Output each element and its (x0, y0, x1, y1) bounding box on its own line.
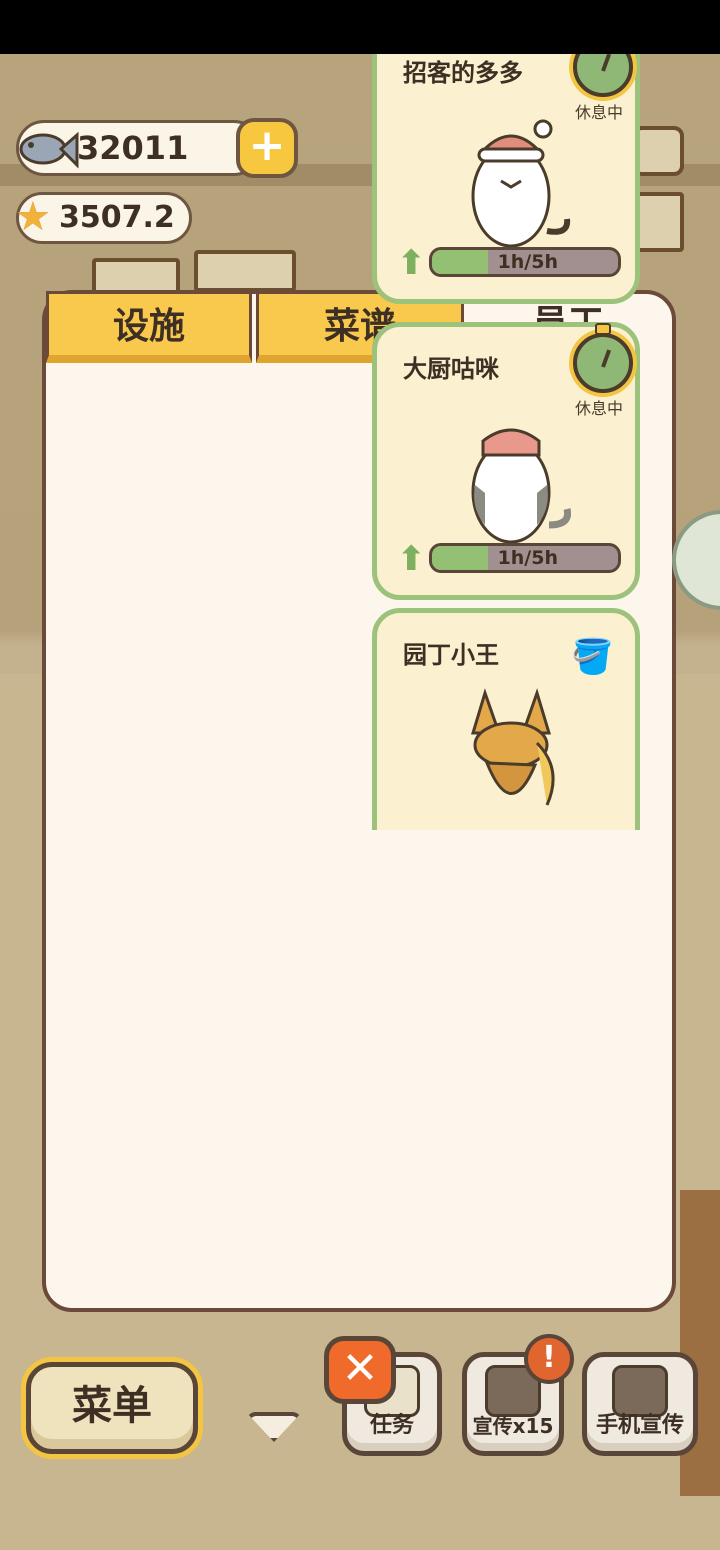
promote-label: 宣传x15 (472, 1414, 554, 1438)
tab-facilities[interactable]: 设施 (46, 291, 252, 363)
fish-currency: 32011 (16, 120, 262, 176)
wall-frame-fishbone (194, 250, 296, 292)
staff-card-xiaowang[interactable]: 园丁小王 🪣 (372, 608, 640, 830)
phone-promote-button[interactable]: 手机宣传 (582, 1352, 698, 1456)
staff-name: 招客的多多 (403, 59, 523, 87)
staff-name: 园丁小王 (403, 641, 499, 669)
alert-badge: ! (524, 1334, 574, 1384)
upgrade-arrow-icon: ⬆ (397, 539, 426, 579)
timer-icon (573, 323, 633, 393)
add-currency-button[interactable]: + (236, 118, 298, 178)
watering-can-icon: 🪣 (571, 637, 614, 677)
staff-status: 休息中 (575, 103, 624, 122)
star-icon: ★ (15, 194, 51, 240)
rest-progress-bar: 1h/5h (429, 247, 621, 277)
progress-text: 1h/5h (497, 547, 558, 569)
status-bar (0, 0, 720, 54)
staff-name: 大厨咕咪 (403, 355, 499, 383)
menu-button[interactable]: 菜单 (26, 1362, 198, 1454)
staff-status: 休息中 (575, 399, 624, 418)
staff-card-gumi[interactable]: 大厨咕咪 休息中 ⬆ 1h/5h (372, 322, 640, 600)
staff-card-duoduo[interactable]: 招客的多多 休息中 ⬆ 1h/5h (372, 54, 640, 304)
chef-cat-icon (471, 428, 571, 544)
progress-text: 1h/5h (497, 251, 558, 273)
cat-with-santa-hat-icon (471, 119, 571, 248)
upgrade-arrow-icon: ⬆ (397, 243, 426, 283)
rest-progress-bar: 1h/5h (429, 543, 621, 573)
timer-icon (573, 54, 633, 97)
staff-list[interactable]: 招客的多多 休息中 ⬆ 1h/5h 大厨咕咪 休息中 ⬆ 1h/5h 园丁小王 … (370, 54, 645, 830)
tasks-label: 任务 (369, 1413, 414, 1438)
star-count: 3507.2 (59, 200, 175, 235)
star-currency: ★ 3507.2 (15, 192, 192, 244)
gardener-cat-icon (470, 688, 555, 806)
close-button[interactable]: ✕ (324, 1336, 396, 1404)
fish-icon (19, 131, 79, 169)
fish-count: 32011 (77, 129, 189, 167)
phone-promote-label: 手机宣传 (595, 1413, 684, 1438)
